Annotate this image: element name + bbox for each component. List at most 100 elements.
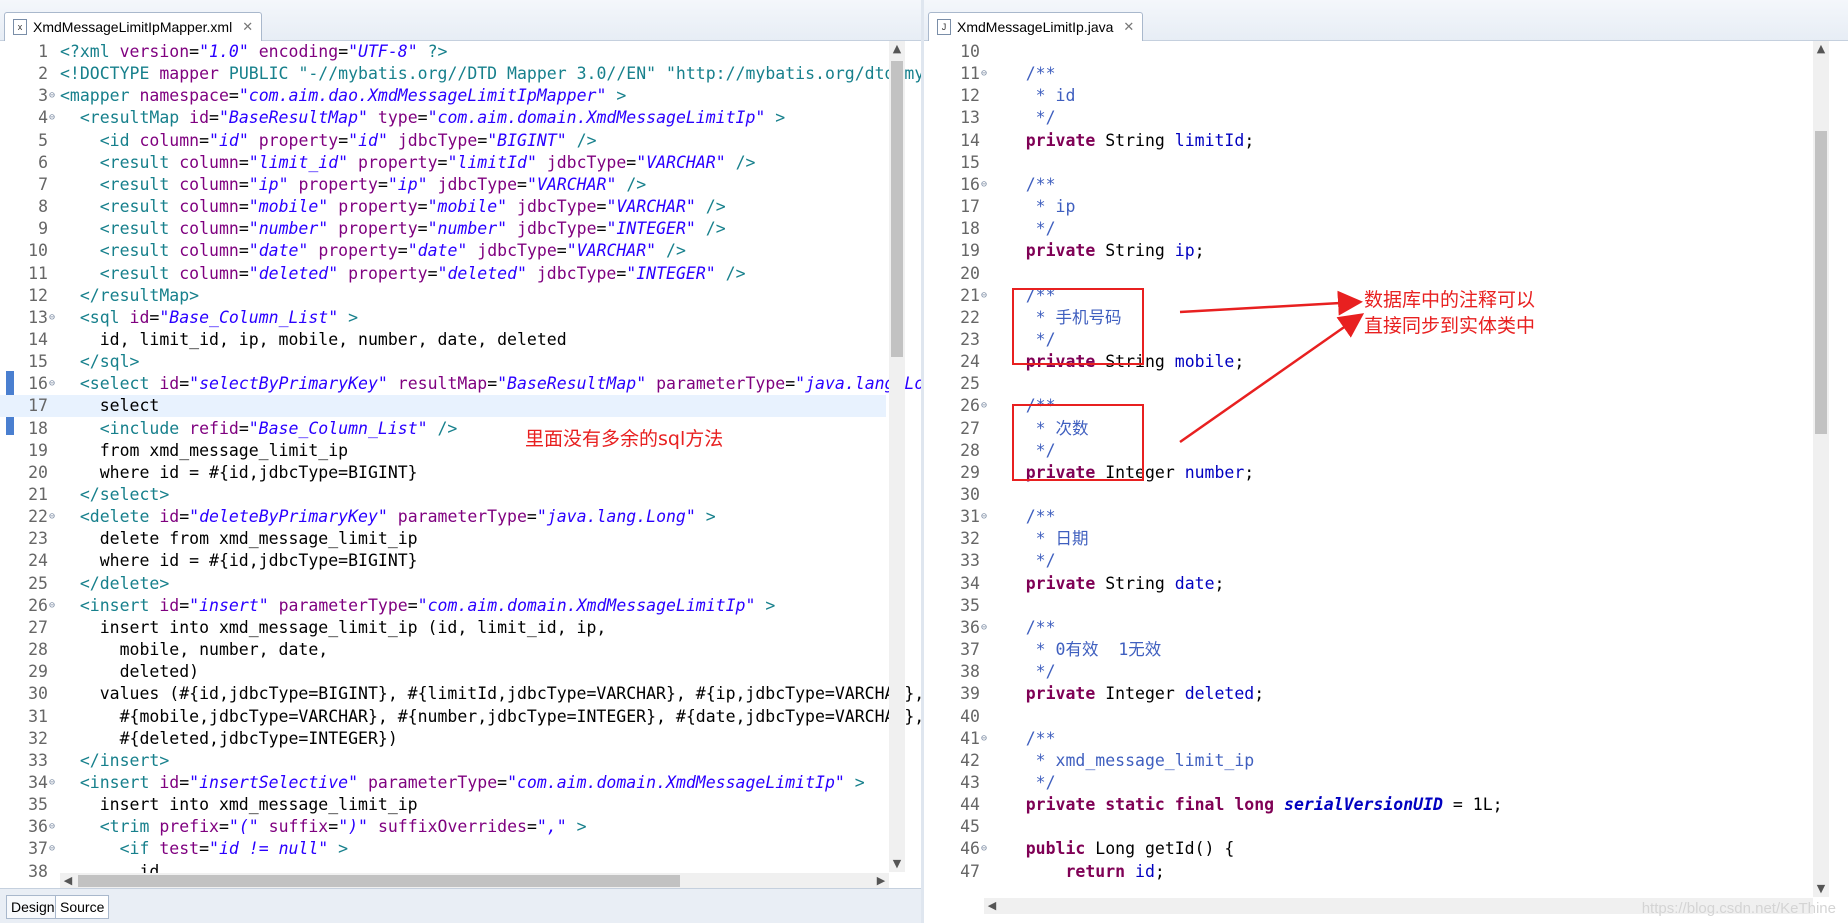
line-number: 19 bbox=[28, 440, 48, 460]
left-vertical-scrollbar[interactable]: ▲ ▼ bbox=[889, 41, 905, 872]
code-line[interactable]: 35 insert into xmd_message_limit_ip bbox=[0, 794, 886, 816]
code-line[interactable]: 20 where id = #{id,jdbcType=BIGINT} bbox=[0, 462, 886, 484]
line-number: 24 bbox=[28, 551, 48, 571]
code-text: <!DOCTYPE mapper PUBLIC "-//mybatis.org/… bbox=[60, 64, 921, 84]
line-number: 38 bbox=[28, 861, 48, 881]
fold-toggle-icon[interactable]: ⊖ bbox=[49, 772, 55, 794]
fold-toggle-icon[interactable]: ⊖ bbox=[49, 816, 55, 838]
code-line[interactable]: 25 </delete> bbox=[0, 573, 886, 595]
code-text: </select> bbox=[60, 485, 170, 504]
code-line[interactable]: 14 id, limit_id, ip, mobile, number, dat… bbox=[0, 329, 886, 351]
code-line[interactable]: 16 ⊖ <select id="selectByPrimaryKey" resu… bbox=[0, 373, 921, 395]
code-line[interactable]: 9 <result column="number" property="numb… bbox=[0, 218, 886, 240]
fold-toggle-icon[interactable]: ⊖ bbox=[49, 838, 55, 860]
tab-source[interactable]: Source bbox=[55, 895, 110, 919]
code-line[interactable]: 32 #{deleted,jdbcType=INTEGER}) bbox=[0, 728, 886, 750]
code-line[interactable]: 3 ⊖ <mapper namespace="com.aim.dao.XmdMess… bbox=[0, 85, 886, 107]
line-number: 36 bbox=[28, 817, 48, 837]
line-number: 7 bbox=[38, 174, 48, 194]
arrow-to-note-1 bbox=[1179, 290, 1363, 316]
xml-source-editor[interactable]: 1 <?xml version="1.0" encoding="UTF-8" ?>… bbox=[0, 41, 921, 881]
scroll-left-icon[interactable]: ◀ bbox=[60, 873, 76, 889]
line-number: 35 bbox=[28, 795, 48, 815]
line-number: 31 bbox=[28, 706, 48, 726]
close-icon[interactable]: ✕ bbox=[242, 19, 253, 35]
scroll-up-icon[interactable]: ▲ bbox=[889, 41, 905, 57]
code-line[interactable]: 6 <result column="limit_id" property="li… bbox=[0, 152, 886, 174]
code-line[interactable]: 29 deleted) bbox=[0, 661, 886, 683]
code-text: select bbox=[60, 396, 160, 416]
fold-toggle-icon[interactable]: ⊖ bbox=[49, 85, 55, 107]
code-line[interactable]: 4 ⊖ <resultMap id="BaseResultMap" type="c… bbox=[0, 107, 886, 129]
line-number: 9 bbox=[38, 219, 48, 239]
code-line[interactable]: 15 </sql> bbox=[0, 351, 886, 373]
fold-toggle-icon[interactable]: ⊖ bbox=[49, 373, 55, 395]
left-scroll-thumb[interactable] bbox=[891, 61, 903, 357]
code-line[interactable]: 5 <id column="id" property="id" jdbcType… bbox=[0, 130, 886, 152]
fold-toggle-icon[interactable]: ⊖ bbox=[49, 595, 55, 617]
line-number: 2 bbox=[38, 64, 48, 84]
code-text: </sql> bbox=[60, 352, 140, 372]
code-line[interactable]: 22 ⊖ <delete id="deleteByPrimaryKey" para… bbox=[0, 506, 886, 528]
fold-toggle-icon[interactable]: ⊖ bbox=[49, 107, 55, 129]
left-hscroll-thumb[interactable] bbox=[78, 875, 680, 887]
code-line[interactable]: 2 <!DOCTYPE mapper PUBLIC "-//mybatis.org… bbox=[0, 63, 921, 85]
fold-toggle-icon[interactable]: ⊖ bbox=[49, 307, 55, 329]
editor-mode-tabs: Design Source bbox=[0, 888, 921, 923]
annotation-left-note: 里面没有多余的sql方法 bbox=[525, 428, 724, 450]
code-line[interactable]: 11 <result column="deleted" property="de… bbox=[0, 263, 886, 285]
line-number: 30 bbox=[28, 684, 48, 704]
code-line[interactable]: 12 </resultMap> bbox=[0, 285, 886, 307]
code-line[interactable]: 17 select bbox=[0, 395, 886, 418]
code-text: #{deleted,jdbcType=INTEGER}) bbox=[60, 728, 398, 748]
code-line[interactable]: 8 <result column="mobile" property="mobi… bbox=[0, 196, 886, 218]
code-text: <result column="limit_id" property="limi… bbox=[60, 152, 756, 172]
scroll-down-icon[interactable]: ▼ bbox=[889, 856, 905, 872]
code-line[interactable]: 1 <?xml version="1.0" encoding="UTF-8" ?> bbox=[0, 41, 886, 63]
code-text: <resultMap id="BaseResultMap" type="com.… bbox=[60, 108, 786, 128]
scroll-right-icon[interactable]: ▶ bbox=[873, 873, 889, 889]
line-number: 6 bbox=[38, 152, 48, 172]
tab-mapper-xml[interactable]: x XmdMessageLimitIpMapper.xml ✕ bbox=[4, 12, 263, 41]
line-number: 5 bbox=[38, 130, 48, 150]
code-text: <result column="mobile" property="mobile… bbox=[60, 197, 726, 217]
code-text: deleted) bbox=[60, 662, 200, 682]
code-line[interactable]: 13 ⊖ <sql id="Base_Column_List" > bbox=[0, 307, 886, 329]
line-number: 20 bbox=[28, 462, 48, 482]
code-line[interactable]: 28 mobile, number, date, bbox=[0, 639, 886, 661]
code-line[interactable]: 18 <include refid="Base_Column_List" /> bbox=[0, 418, 886, 440]
code-line[interactable]: 33 </insert> bbox=[0, 750, 886, 772]
code-line[interactable]: 24 where id = #{id,jdbcType=BIGINT} bbox=[0, 550, 886, 572]
code-line[interactable]: 31 #{mobile,jdbcType=VARCHAR}, #{number,… bbox=[0, 706, 921, 728]
line-number: 29 bbox=[28, 662, 48, 682]
line-number: 3 bbox=[38, 86, 48, 106]
code-line[interactable]: 7 <result column="ip" property="ip" jdbc… bbox=[0, 174, 886, 196]
fold-toggle-icon[interactable]: ⊖ bbox=[49, 506, 55, 528]
code-line[interactable]: 10 <result column="date" property="date"… bbox=[0, 240, 886, 262]
code-text: <id column="id" property="id" jdbcType="… bbox=[60, 130, 597, 150]
line-number: 28 bbox=[28, 640, 48, 660]
left-horizontal-scrollbar[interactable]: ◀ ▶ bbox=[60, 873, 889, 889]
code-line[interactable]: 34 ⊖ <insert id="insertSelective" paramet… bbox=[0, 772, 886, 794]
code-text: </delete> bbox=[60, 573, 170, 593]
code-line[interactable]: 36 ⊖ <trim prefix="(" suffix=")" suffixOv… bbox=[0, 816, 886, 838]
java-editor-pane: J XmdMessageLimitIp.java ✕ 10 11 ⊖ /** 12 *… bbox=[924, 0, 1848, 923]
code-line[interactable]: 23 delete from xmd_message_limit_ip bbox=[0, 528, 886, 550]
code-text: <trim prefix="(" suffix=")" suffixOverri… bbox=[60, 817, 587, 837]
code-text: where id = #{id,jdbcType=BIGINT} bbox=[60, 551, 418, 571]
xml-file-icon: x bbox=[13, 19, 27, 35]
code-text: <sql id="Base_Column_List" > bbox=[60, 307, 359, 327]
code-line[interactable]: 30 values (#{id,jdbcType=BIGINT}, #{limi… bbox=[0, 683, 921, 705]
tab-design[interactable]: Design bbox=[6, 895, 60, 919]
line-number: 21 bbox=[28, 485, 48, 504]
code-line[interactable]: 27 insert into xmd_message_limit_ip (id,… bbox=[0, 617, 886, 639]
line-number: 11 bbox=[28, 263, 48, 283]
code-line[interactable]: 26 ⊖ <insert id="insert" parameterType="c… bbox=[0, 595, 886, 617]
xml-editor-pane: x XmdMessageLimitIpMapper.xml ✕ 1 <?xml v… bbox=[0, 0, 921, 923]
code-line[interactable]: 21 </select> bbox=[0, 484, 886, 506]
code-text: <result column="deleted" property="delet… bbox=[60, 263, 746, 283]
code-text: values (#{id,jdbcType=BIGINT}, #{limitId… bbox=[60, 684, 921, 704]
code-line[interactable]: 19 from xmd_message_limit_ip bbox=[0, 440, 886, 462]
line-number: 32 bbox=[28, 728, 48, 748]
code-line[interactable]: 37 ⊖ <if test="id != null" > bbox=[0, 838, 886, 860]
